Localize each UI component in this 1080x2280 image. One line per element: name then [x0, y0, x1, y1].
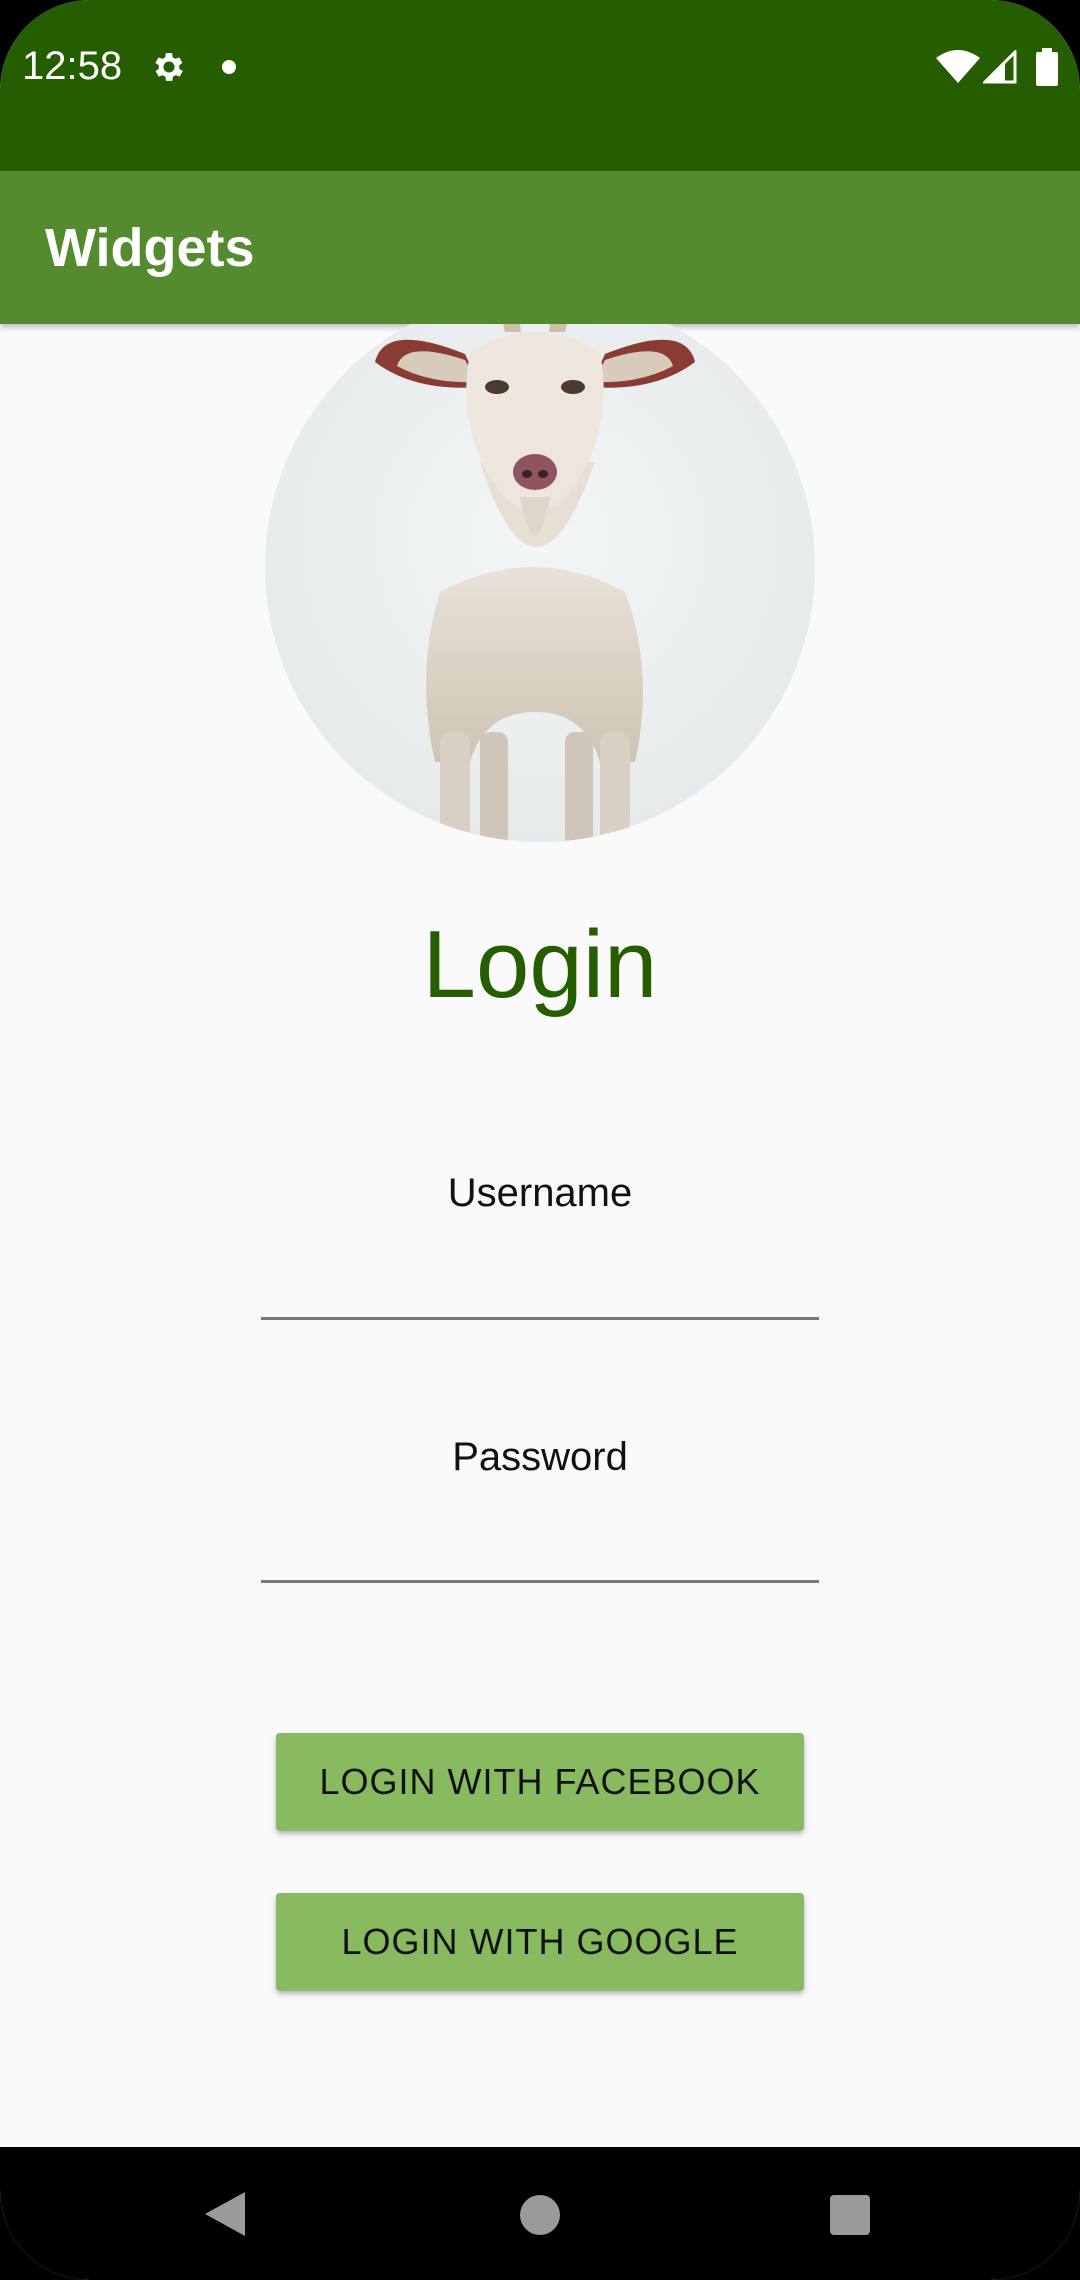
username-field[interactable]	[261, 1260, 819, 1320]
gear-icon	[155, 53, 183, 81]
username-label: Username	[447, 1171, 633, 1215]
goat-avatar-image	[265, 324, 815, 842]
wifi-icon	[936, 50, 980, 83]
login-title: Login	[422, 911, 658, 1018]
status-bar: 12:58	[0, 0, 1080, 171]
phone-screen: 12:58 Widgets Login Username Password LO…	[0, 0, 1080, 2280]
login-facebook-button[interactable]: LOGIN WITH FACEBOOK	[276, 1733, 804, 1831]
login-google-button[interactable]: LOGIN WITH GOOGLE	[276, 1893, 804, 1991]
status-time: 12:58	[22, 44, 123, 88]
navigation-bar	[0, 2147, 1080, 2280]
password-field[interactable]	[261, 1523, 819, 1583]
back-icon[interactable]	[205, 2192, 245, 2236]
notification-dot-icon	[222, 60, 236, 74]
password-label: Password	[452, 1435, 628, 1479]
home-icon[interactable]	[520, 2195, 560, 2235]
battery-icon	[1036, 48, 1058, 86]
app-bar: Widgets	[0, 171, 1080, 324]
signal-icon	[983, 50, 1017, 84]
goat-illustration	[265, 324, 815, 842]
recents-icon[interactable]	[830, 2195, 870, 2235]
app-title: Widgets	[45, 218, 255, 278]
